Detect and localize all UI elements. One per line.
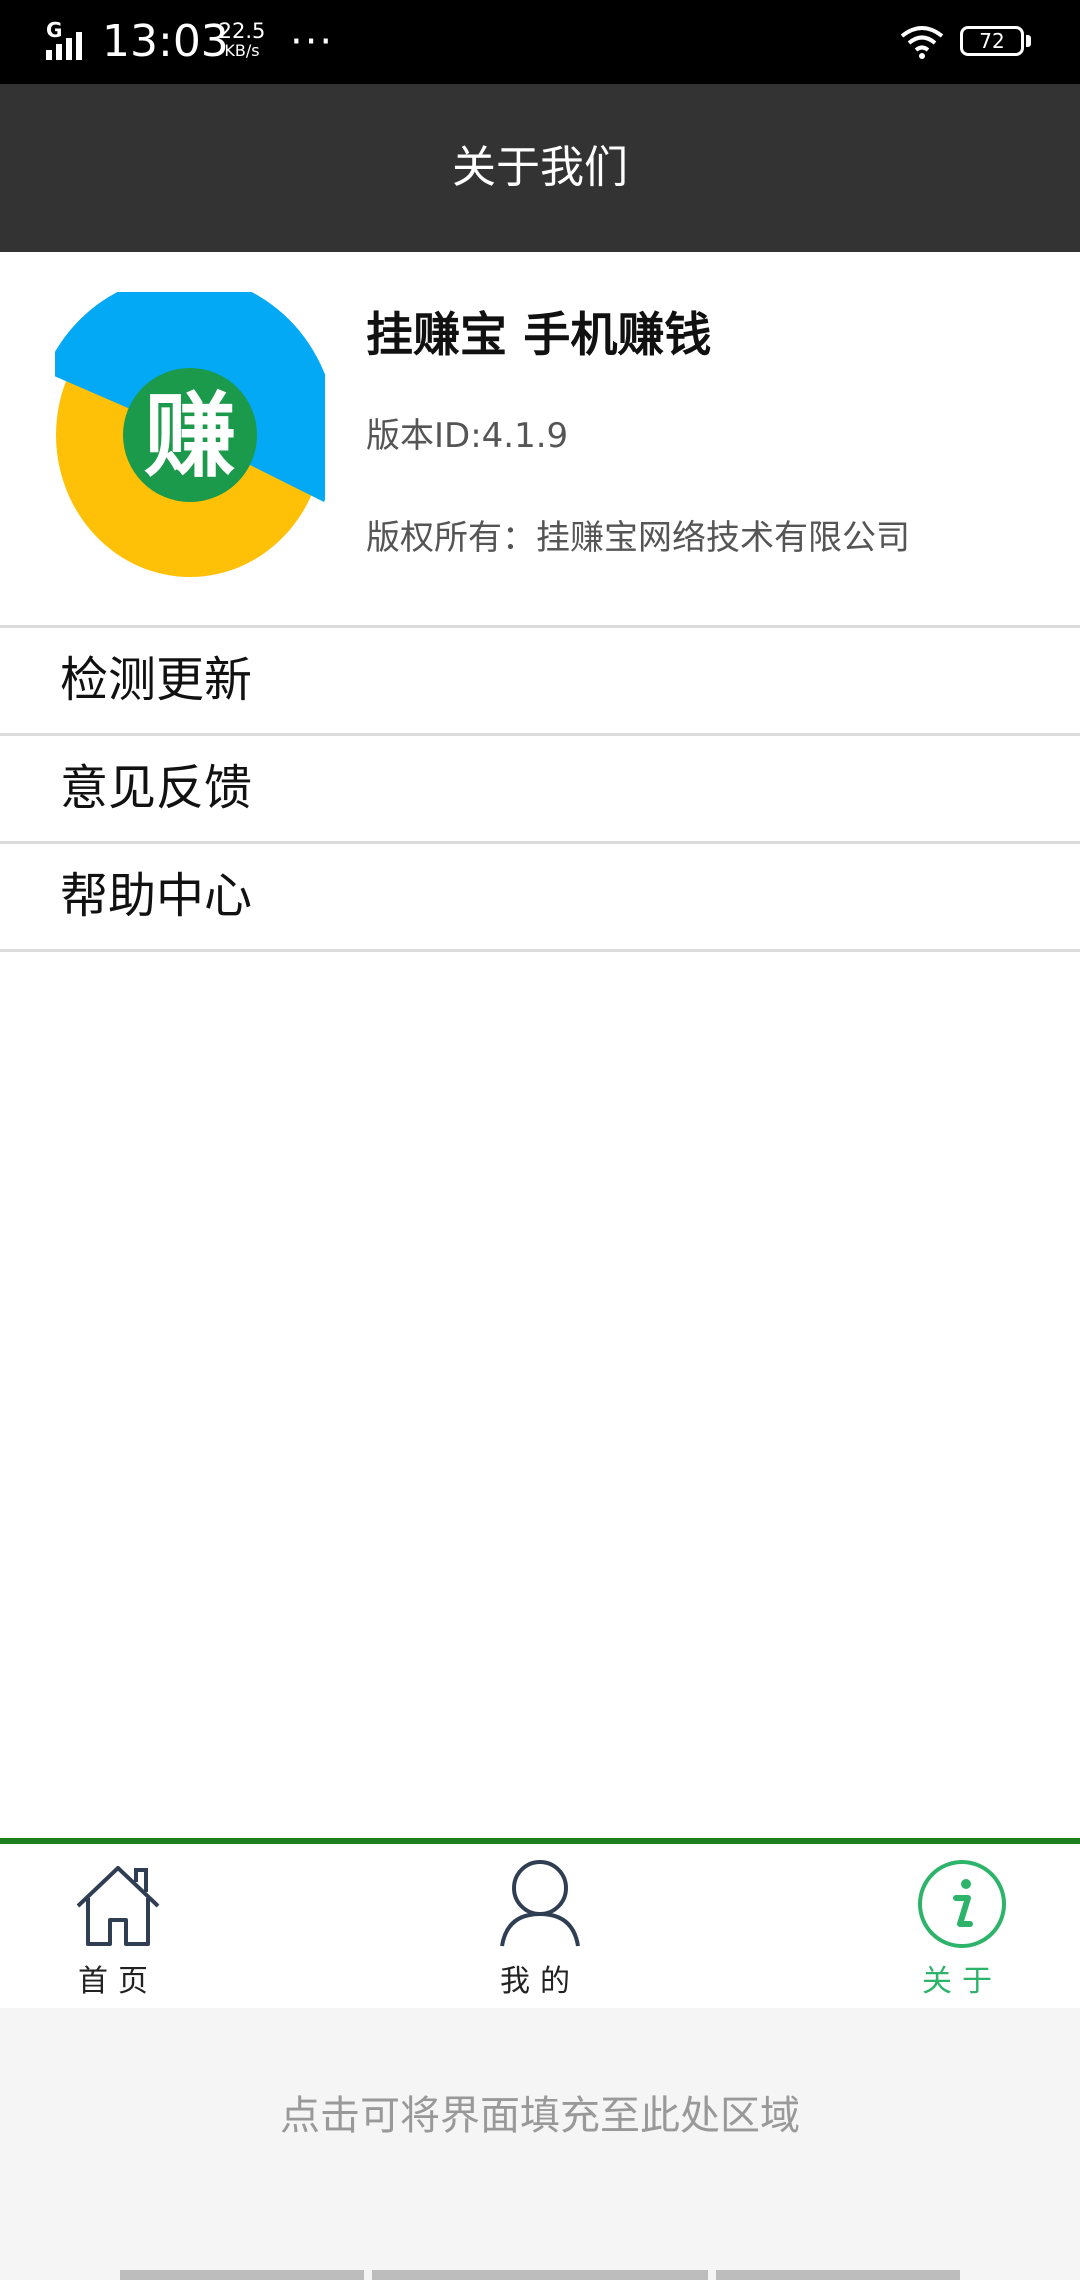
page-title: 关于我们 — [452, 142, 628, 193]
app-version: 版本ID:4.1.9 — [366, 416, 569, 456]
bottom-nav: 首页 我的 关于 — [0, 1838, 1080, 2014]
info-icon — [918, 1860, 1006, 1948]
tab-mine[interactable]: 我的 — [440, 1844, 640, 2008]
user-icon — [500, 1860, 580, 1947]
app-info-card: 赚 挂赚宝 手机赚钱 版本ID:4.1.9 版权所有：挂赚宝网络技术有限公司 — [0, 252, 1080, 626]
gesture-bar-segment — [372, 2270, 708, 2280]
menu-item-check-update[interactable]: 检测更新 — [0, 625, 1080, 733]
tab-mine-label: 我的 — [500, 1964, 580, 1999]
app-logo: 赚 — [55, 292, 325, 577]
network-speed: 22.5 KB/s — [218, 19, 266, 60]
menu-item-feedback[interactable]: 意见反馈 — [0, 733, 1080, 841]
home-icon — [76, 1866, 160, 1946]
gesture-bar-segment — [120, 2270, 364, 2280]
logo-char: 赚 — [144, 383, 236, 490]
fill-screen-area[interactable]: 点击可将界面填充至此处区域 — [0, 2008, 1080, 2280]
tab-about-label: 关于 — [922, 1964, 1002, 1999]
menu-item-help-center[interactable]: 帮助中心 — [0, 841, 1080, 952]
more-notifications-icon: ··· — [290, 19, 335, 65]
gesture-bar-segment — [716, 2270, 960, 2280]
tab-about[interactable]: 关于 — [862, 1844, 1062, 2008]
settings-menu: 检测更新 意见反馈 帮助中心 — [0, 625, 1080, 952]
network-type: G — [46, 18, 63, 42]
battery-icon: 72 — [960, 26, 1024, 56]
wifi-icon — [900, 26, 944, 59]
signal-icon: G — [46, 20, 92, 60]
app-header: 关于我们 — [0, 84, 1080, 252]
tab-home[interactable]: 首页 — [18, 1844, 218, 2008]
battery-tip — [1026, 35, 1031, 47]
app-copyright: 版权所有：挂赚宝网络技术有限公司 — [366, 518, 910, 558]
app-name: 挂赚宝 手机赚钱 — [366, 308, 712, 363]
fill-area-hint: 点击可将界面填充至此处区域 — [280, 2093, 800, 2139]
status-time: 13:03 — [102, 16, 229, 67]
tab-home-label: 首页 — [78, 1964, 158, 1999]
status-bar: G 13:03 22.5 KB/s ··· 72 — [0, 0, 1080, 84]
